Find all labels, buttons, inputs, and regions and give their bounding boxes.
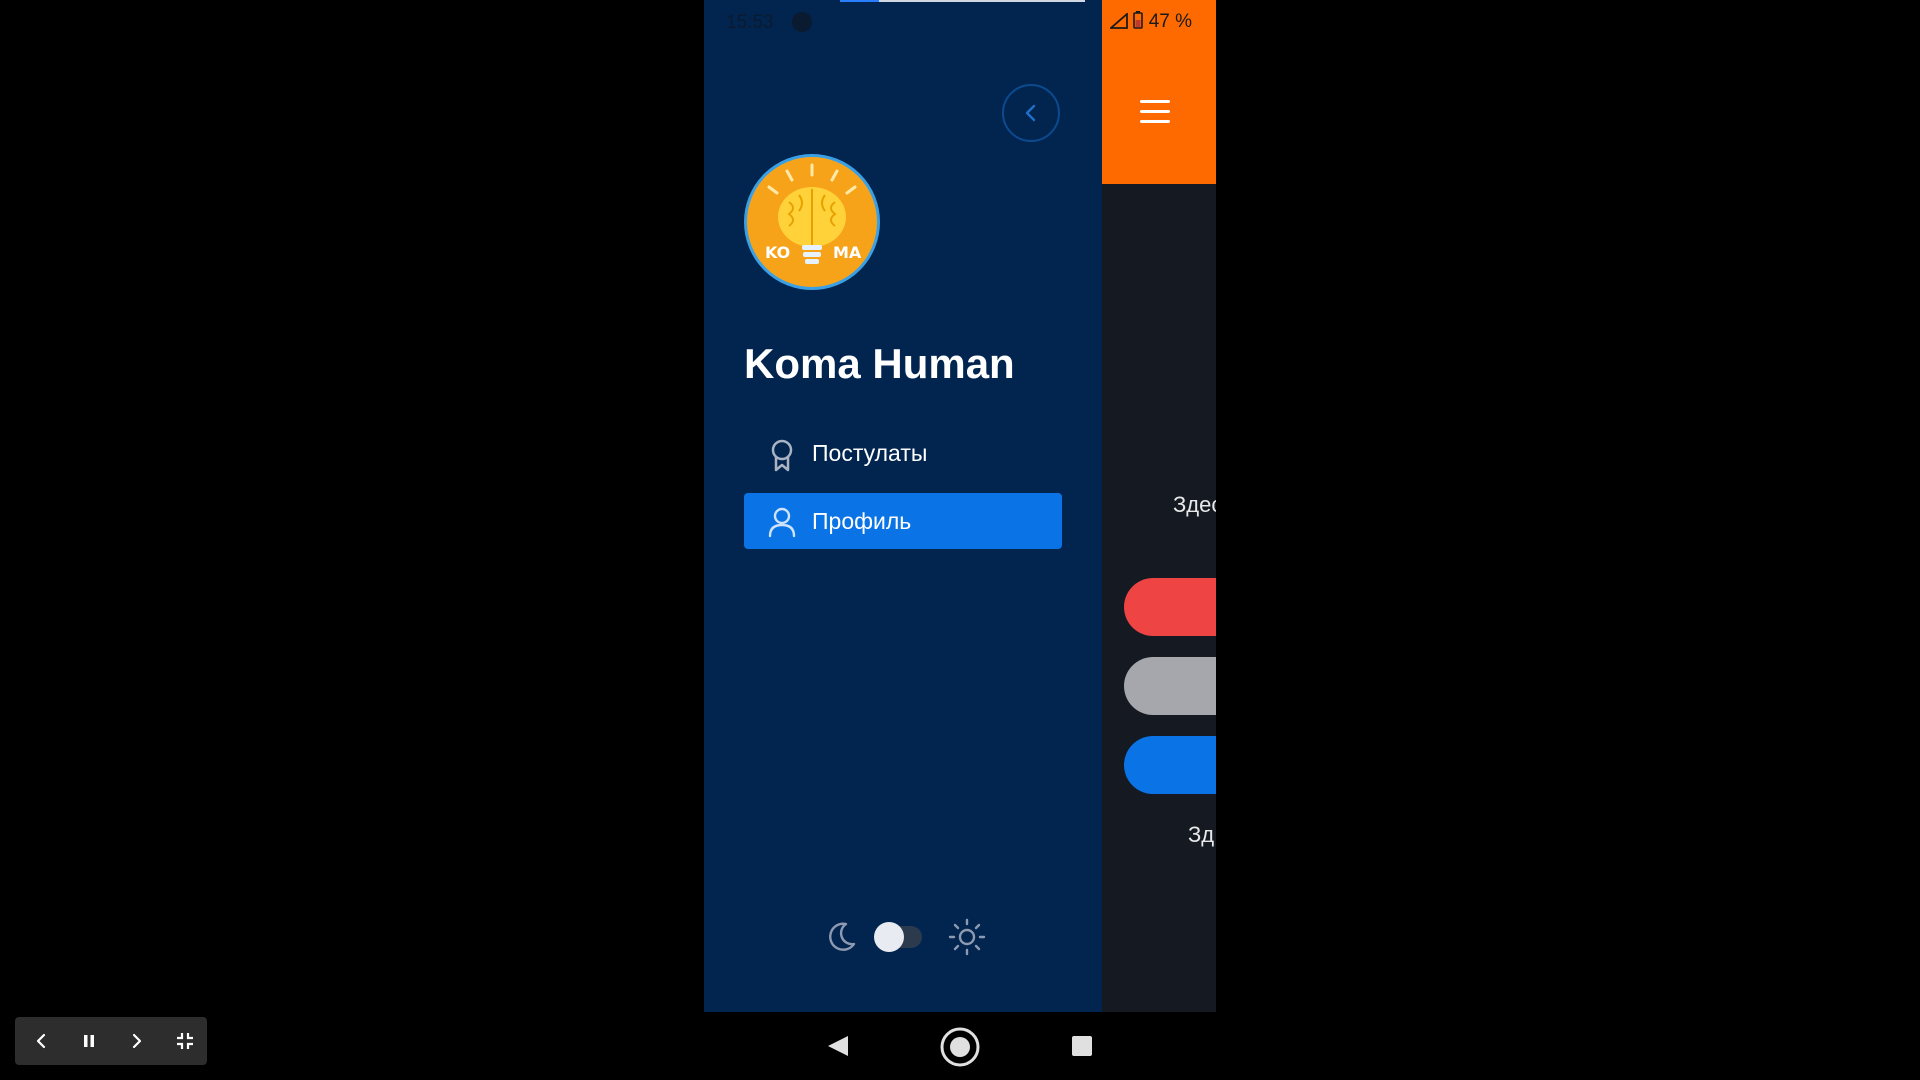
user-icon xyxy=(768,507,796,538)
phone-screen: Здес Зд xyxy=(704,0,1216,1080)
menu-item-postulates[interactable]: Постулаты xyxy=(744,425,1062,481)
sun-icon xyxy=(948,918,986,956)
next-icon[interactable] xyxy=(125,1029,149,1053)
red-button[interactable] xyxy=(1124,578,1216,636)
main-content: Здес Зд xyxy=(1102,0,1216,1012)
menu-item-profile[interactable]: Профиль xyxy=(744,493,1062,549)
previous-icon[interactable] xyxy=(29,1029,53,1053)
nav-back-icon[interactable] xyxy=(826,1034,850,1058)
theme-switcher xyxy=(704,918,1102,958)
close-drawer-button[interactable] xyxy=(1002,84,1060,142)
menu-icon[interactable] xyxy=(1140,100,1170,124)
brain-bulb-logo xyxy=(767,163,857,264)
moon-icon xyxy=(829,922,856,951)
pause-icon[interactable] xyxy=(77,1029,101,1053)
chevron-left-icon xyxy=(1025,104,1036,122)
theme-toggle[interactable] xyxy=(874,922,922,952)
avatar: KO MA xyxy=(744,154,880,290)
user-name: Koma Human xyxy=(744,340,1015,387)
menu-item-label: Профиль xyxy=(812,508,912,534)
award-icon xyxy=(771,439,793,472)
main-text-1: Здес xyxy=(1173,492,1216,517)
nav-recents-icon[interactable] xyxy=(1071,1035,1093,1057)
main-text-2: Зд xyxy=(1188,822,1215,847)
main-body: Здес Зд xyxy=(1102,184,1216,1012)
exit-fullscreen-icon[interactable] xyxy=(173,1029,197,1053)
main-header xyxy=(1102,0,1216,184)
avatar-text-right: MA xyxy=(833,243,862,262)
system-nav-bar xyxy=(704,1012,1216,1080)
media-controls xyxy=(15,1017,207,1065)
toggle-knob xyxy=(874,922,904,952)
navigation-drawer: KO MA Koma Human Постулаты Профиль xyxy=(704,0,1102,1012)
blue-button[interactable] xyxy=(1124,736,1216,794)
nav-home-icon[interactable] xyxy=(939,1026,981,1068)
gray-button[interactable] xyxy=(1124,657,1216,715)
menu-item-label: Постулаты xyxy=(812,440,928,466)
avatar-text-left: KO xyxy=(765,243,791,262)
